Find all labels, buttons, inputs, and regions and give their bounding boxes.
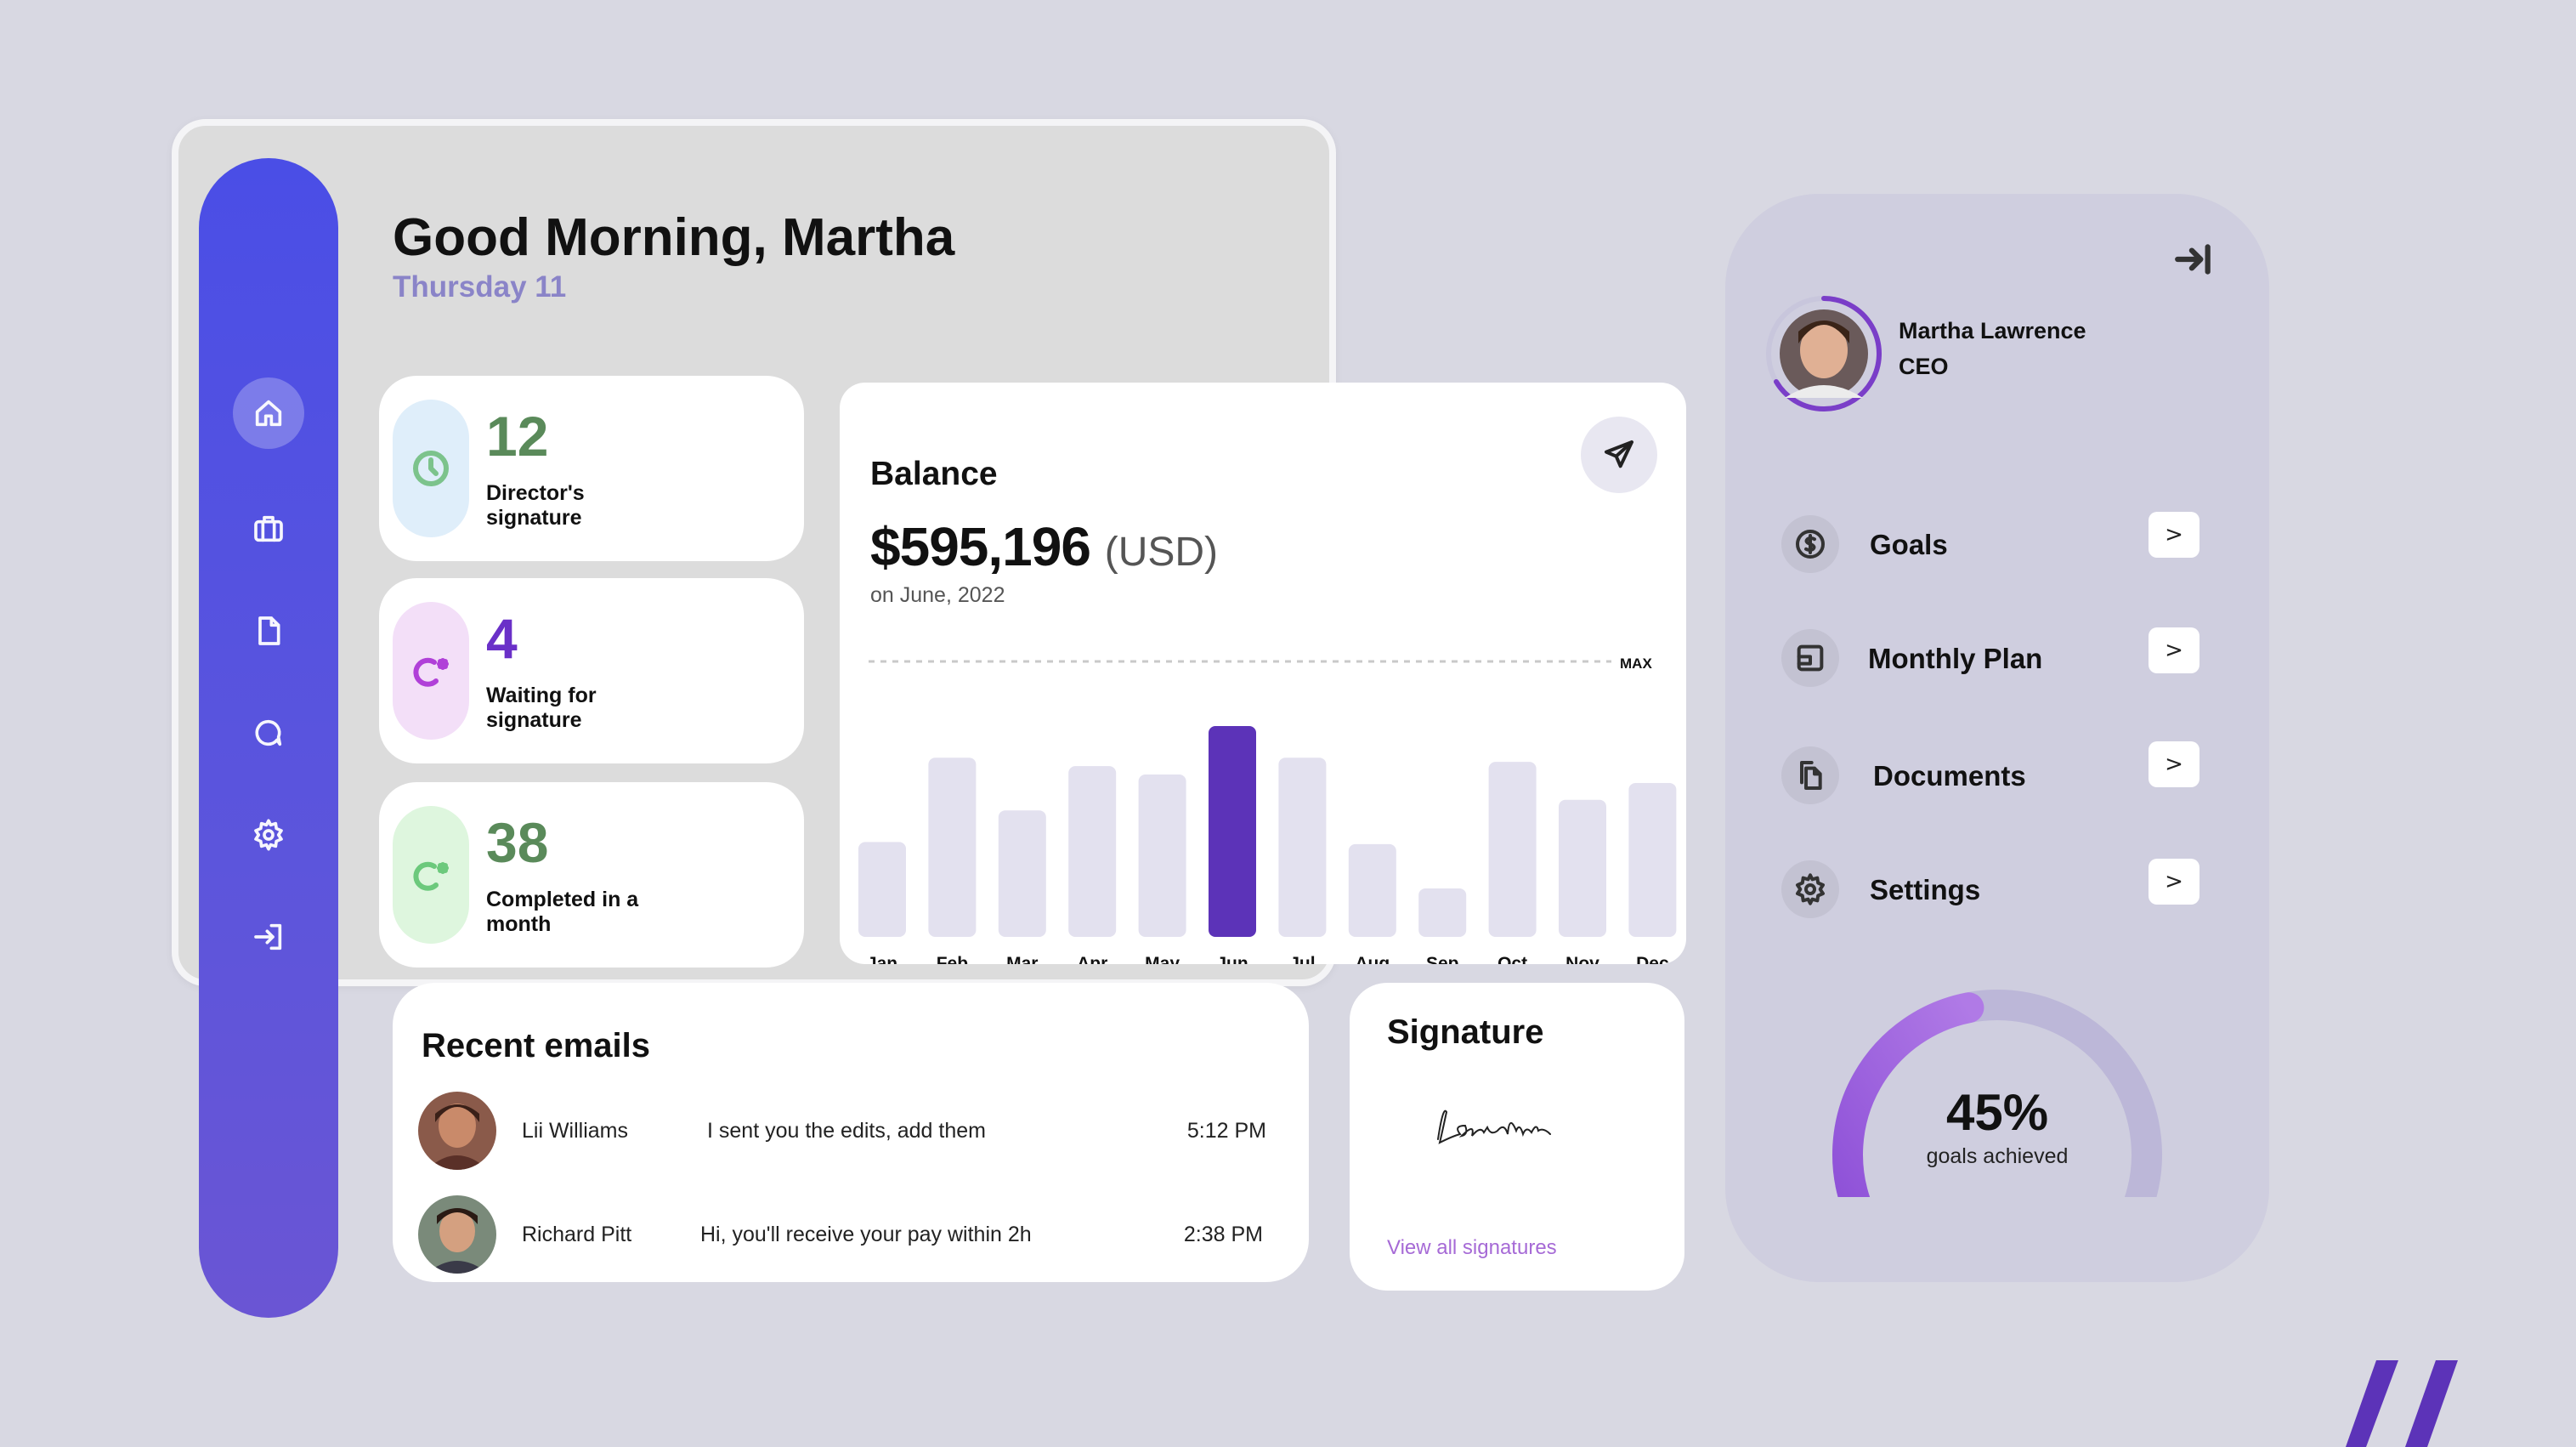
current-date: Thursday 11: [393, 270, 567, 304]
stat-value: 4: [486, 607, 518, 670]
email-time: 2:38 PM: [1183, 1223, 1263, 1246]
email-time: 5:12 PM: [1186, 1119, 1266, 1143]
dollar-icon: [1781, 515, 1839, 573]
profile-panel: Martha Lawrence CEO Goals > Monthly Plan…: [1725, 194, 2269, 1282]
stat-card-completed[interactable]: 38 Completed in a month: [379, 782, 804, 968]
stat-label: Director's signature: [486, 481, 585, 530]
file-icon[interactable]: [233, 595, 304, 667]
gear-icon[interactable]: [233, 799, 304, 871]
email-sender: Richard Pitt: [522, 1223, 632, 1246]
balance-card: Balance $595,196 (USD) on June, 2022 MAX…: [840, 383, 1686, 964]
clock-icon: [393, 400, 469, 537]
bar-mar[interactable]: [998, 810, 1046, 937]
x-tick-label: Jul: [1289, 954, 1315, 964]
email-preview: I sent you the edits, add them: [707, 1119, 986, 1143]
balance-bar-chart: MAX Jan Feb Mar Apr May Jun Jul Aug Sep Oct Nov Dec: [858, 655, 1677, 964]
email-sender: Lii Williams: [522, 1119, 628, 1143]
chat-icon[interactable]: [233, 697, 304, 769]
x-tick-label: Dec: [1636, 954, 1669, 964]
bar-jan[interactable]: [858, 842, 906, 937]
menu-label: Goals: [1870, 529, 1948, 560]
sidebar-nav: [199, 158, 338, 1318]
max-label: MAX: [1620, 655, 1652, 672]
stat-card-waiting-signature[interactable]: 4 Waiting for signature: [379, 578, 804, 763]
plan-icon: [1781, 629, 1839, 687]
email-preview: Hi, you'll receive your pay within 2h: [700, 1223, 1032, 1246]
brand-logo: [2346, 1360, 2458, 1447]
avatar: [418, 1195, 496, 1274]
bar-dec[interactable]: [1628, 782, 1677, 937]
bar-oct[interactable]: [1488, 762, 1537, 937]
menu-item-documents[interactable]: Documents >: [1781, 741, 2200, 808]
stat-value: 38: [486, 811, 549, 874]
page-title: Good Morning, Martha: [393, 208, 955, 267]
emails-title: Recent emails: [422, 1027, 651, 1064]
home-icon[interactable]: [233, 377, 304, 449]
signature-image: [1437, 1109, 1551, 1144]
documents-arrow-button[interactable]: >: [2149, 741, 2200, 787]
briefcase-icon[interactable]: [233, 493, 304, 565]
avatar: [418, 1092, 496, 1170]
menu-item-monthly-plan[interactable]: Monthly Plan >: [1781, 626, 2200, 690]
bar-jul[interactable]: [1278, 758, 1327, 937]
menu-label: Monthly Plan: [1868, 643, 2043, 674]
monthly-plan-arrow-button[interactable]: >: [2149, 627, 2200, 673]
settings-arrow-button[interactable]: >: [2149, 859, 2200, 905]
sign-pending-icon: [393, 602, 469, 740]
gear-icon: [1781, 860, 1839, 918]
bar-feb[interactable]: [928, 758, 977, 937]
signature-title: Signature: [1387, 1013, 1544, 1051]
profile-avatar[interactable]: [1764, 294, 1883, 413]
goals-arrow-button[interactable]: >: [2149, 512, 2200, 558]
recent-emails-card: Recent emails Lii Williams I sent you th…: [393, 983, 1309, 1282]
sign-done-icon: [393, 806, 469, 944]
x-tick-label: Sep: [1426, 954, 1459, 964]
x-tick-label: Jan: [867, 954, 897, 964]
goal-percent: 45%: [1945, 1084, 2049, 1141]
x-tick-label: Apr: [1077, 954, 1107, 964]
stat-value: 12: [486, 405, 549, 468]
documents-icon: [1781, 746, 1839, 804]
x-tick-label: Feb: [937, 954, 968, 964]
signature-card: Signature View all signatures: [1350, 983, 1684, 1291]
menu-item-goals[interactable]: Goals >: [1781, 512, 2200, 576]
x-tick-label: Mar: [1006, 954, 1038, 964]
bar-jun[interactable]: [1209, 726, 1256, 937]
bar-aug[interactable]: [1348, 843, 1396, 937]
bar-apr[interactable]: [1068, 766, 1117, 937]
profile-role: CEO: [1899, 354, 1949, 379]
x-tick-label: Oct: [1497, 954, 1527, 964]
collapse-panel-icon[interactable]: [2172, 238, 2215, 281]
bar-nov[interactable]: [1559, 799, 1606, 937]
x-tick-label: Jun: [1216, 954, 1248, 964]
bar-sep[interactable]: [1418, 888, 1467, 937]
email-row[interactable]: Richard Pitt Hi, you'll receive your pay…: [418, 1195, 1285, 1274]
stat-label: Waiting for signature: [486, 684, 597, 732]
profile-name: Martha Lawrence: [1899, 318, 2086, 343]
stat-card-director-signature[interactable]: 12 Director's signature: [379, 376, 804, 561]
bar-may[interactable]: [1138, 775, 1186, 937]
stat-label: Completed in a month: [486, 888, 639, 936]
email-row[interactable]: Lii Williams I sent you the edits, add t…: [418, 1092, 1285, 1170]
menu-label: Documents: [1873, 760, 2026, 792]
x-tick-label: Aug: [1355, 954, 1390, 964]
menu-item-settings[interactable]: Settings >: [1781, 857, 2200, 922]
menu-label: Settings: [1870, 874, 1981, 905]
login-icon[interactable]: [233, 901, 304, 973]
view-all-signatures-link[interactable]: View all signatures: [1387, 1236, 1557, 1260]
x-tick-label: May: [1145, 954, 1180, 964]
x-tick-label: Nov: [1565, 954, 1599, 964]
goal-label: goals achieved: [1926, 1144, 2069, 1168]
